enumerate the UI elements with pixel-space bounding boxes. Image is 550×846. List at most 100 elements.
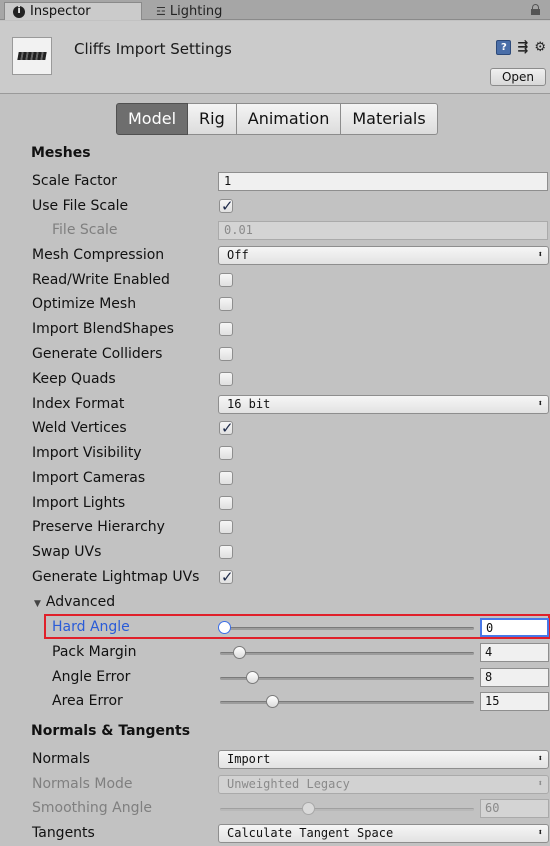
- hard-angle-input[interactable]: 0: [480, 618, 549, 637]
- import-blendshapes-row: Import BlendShapes: [0, 319, 550, 341]
- generate-lightmap-uvs-checkbox[interactable]: ✓: [219, 568, 234, 586]
- use-file-scale-checkbox[interactable]: ✓: [219, 197, 234, 215]
- keep-quads-checkbox[interactable]: [219, 372, 233, 386]
- scale-factor-row: Scale Factor 1: [0, 171, 550, 193]
- check-icon: ✓: [221, 197, 234, 215]
- import-blendshapes-label: Import BlendShapes: [32, 321, 174, 337]
- pack-margin-input[interactable]: 4: [480, 643, 549, 662]
- meshes-section-title: Meshes: [31, 145, 91, 161]
- scale-factor-label: Scale Factor: [32, 173, 117, 189]
- advanced-foldout[interactable]: ▼ Advanced: [34, 594, 115, 610]
- tab-lighting-label: Lighting: [169, 3, 223, 19]
- tangents-label: Tangents: [32, 825, 95, 841]
- angle-error-slider-thumb[interactable]: [245, 671, 259, 684]
- keep-quads-row: Keep Quads: [0, 369, 550, 391]
- mesh-compression-value: Off: [227, 248, 249, 262]
- keep-quads-label: Keep Quads: [32, 371, 116, 387]
- lighting-icon: ☲: [156, 4, 166, 18]
- import-blendshapes-checkbox[interactable]: [219, 322, 233, 336]
- generate-lightmap-uvs-label: Generate Lightmap UVs: [32, 569, 200, 585]
- optimize-mesh-row: Optimize Mesh: [0, 294, 550, 316]
- asset-title: Cliffs Import Settings: [74, 40, 232, 58]
- import-cameras-checkbox[interactable]: [219, 471, 233, 485]
- hard-angle-slider-thumb[interactable]: [218, 621, 231, 634]
- import-visibility-row: Import Visibility: [0, 443, 550, 465]
- normals-row: Normals Import ⬍: [0, 749, 550, 771]
- normals-mode-label: Normals Mode: [32, 776, 133, 792]
- dropdown-arrows-icon: ⬍: [537, 399, 543, 409]
- import-lights-row: Import Lights: [0, 493, 550, 515]
- read-write-checkbox[interactable]: [219, 273, 233, 287]
- normals-value: Import: [227, 752, 271, 766]
- smoothing-angle-slider-thumb: [301, 802, 315, 815]
- tangents-dropdown[interactable]: Calculate Tangent Space ⬍: [218, 824, 549, 843]
- area-error-slider-track[interactable]: [220, 701, 474, 704]
- swap-uvs-label: Swap UVs: [32, 544, 102, 560]
- preset-icon[interactable]: ⇶: [517, 40, 528, 55]
- optimize-mesh-checkbox[interactable]: [219, 297, 233, 311]
- open-button[interactable]: Open: [490, 68, 546, 86]
- import-lights-label: Import Lights: [32, 495, 126, 511]
- index-format-label: Index Format: [32, 396, 125, 412]
- normals-mode-row: Normals Mode Unweighted Legacy ⬍: [0, 774, 550, 796]
- file-scale-row: File Scale 0.01: [0, 220, 550, 242]
- optimize-mesh-label: Optimize Mesh: [32, 296, 137, 312]
- import-cameras-row: Import Cameras: [0, 468, 550, 490]
- normals-dropdown[interactable]: Import ⬍: [218, 750, 549, 769]
- swap-uvs-checkbox[interactable]: [219, 545, 233, 559]
- pack-margin-label: Pack Margin: [52, 644, 137, 660]
- angle-error-label: Angle Error: [52, 669, 131, 685]
- swap-uvs-row: Swap UVs: [0, 542, 550, 564]
- normals-mode-dropdown: Unweighted Legacy ⬍: [218, 775, 549, 794]
- dropdown-arrows-icon: ⬍: [537, 754, 543, 764]
- area-error-slider-thumb[interactable]: [266, 695, 280, 708]
- use-file-scale-label: Use File Scale: [32, 198, 129, 214]
- help-icon[interactable]: ?: [496, 40, 512, 55]
- generate-lightmap-uvs-row: Generate Lightmap UVs ✓: [0, 567, 550, 589]
- tab-lighting[interactable]: ☲ Lighting: [148, 2, 230, 20]
- hard-angle-slider-track[interactable]: [220, 627, 474, 630]
- import-tabs: Model Rig Animation Materials: [116, 103, 438, 135]
- angle-error-input[interactable]: 8: [480, 668, 549, 687]
- mesh-compression-dropdown[interactable]: Off ⬍: [218, 246, 549, 265]
- window-tab-bar: i Inspector ☲ Lighting: [0, 0, 550, 20]
- asset-thumbnail: [12, 37, 52, 75]
- tab-rig[interactable]: Rig: [188, 103, 237, 135]
- tangents-value: Calculate Tangent Space: [227, 826, 394, 840]
- tangents-row: Tangents Calculate Tangent Space ⬍: [0, 823, 550, 845]
- file-scale-label: File Scale: [52, 222, 118, 238]
- tab-materials[interactable]: Materials: [341, 103, 438, 135]
- area-error-input[interactable]: 15: [480, 692, 549, 711]
- generate-colliders-row: Generate Colliders: [0, 344, 550, 366]
- pack-margin-row: Pack Margin 4: [0, 642, 550, 664]
- index-format-dropdown[interactable]: 16 bit ⬍: [218, 395, 549, 414]
- advanced-label: Advanced: [45, 594, 116, 610]
- weld-vertices-checkbox[interactable]: ✓: [219, 419, 234, 437]
- index-format-row: Index Format 16 bit ⬍: [0, 394, 550, 416]
- import-lights-checkbox[interactable]: [219, 496, 233, 510]
- generate-colliders-label: Generate Colliders: [32, 346, 163, 362]
- tab-model[interactable]: Model: [116, 103, 189, 135]
- tab-animation[interactable]: Animation: [236, 103, 342, 135]
- scale-factor-input[interactable]: 1: [218, 172, 548, 191]
- triangle-down-icon: ▼: [34, 599, 41, 609]
- info-icon: i: [13, 5, 25, 18]
- import-cameras-label: Import Cameras: [32, 470, 146, 486]
- pack-margin-slider-track[interactable]: [220, 652, 474, 655]
- preserve-hierarchy-label: Preserve Hierarchy: [32, 519, 165, 535]
- mesh-compression-row: Mesh Compression Off ⬍: [0, 245, 550, 267]
- read-write-row: Read/Write Enabled: [0, 270, 550, 292]
- gear-icon[interactable]: ⚙: [534, 40, 546, 55]
- lock-icon[interactable]: [531, 4, 540, 15]
- tab-inspector[interactable]: i Inspector: [4, 2, 142, 20]
- import-visibility-checkbox[interactable]: [219, 446, 233, 460]
- mesh-compression-label: Mesh Compression: [32, 247, 165, 263]
- preserve-hierarchy-checkbox[interactable]: [219, 520, 233, 534]
- pack-margin-slider-thumb[interactable]: [233, 646, 247, 659]
- smoothing-angle-input: 60: [480, 799, 549, 818]
- preserve-hierarchy-row: Preserve Hierarchy: [0, 517, 550, 539]
- file-scale-input: 0.01: [218, 221, 548, 240]
- dropdown-arrows-icon: ⬍: [537, 828, 543, 838]
- generate-colliders-checkbox[interactable]: [219, 347, 233, 361]
- check-icon: ✓: [221, 568, 234, 586]
